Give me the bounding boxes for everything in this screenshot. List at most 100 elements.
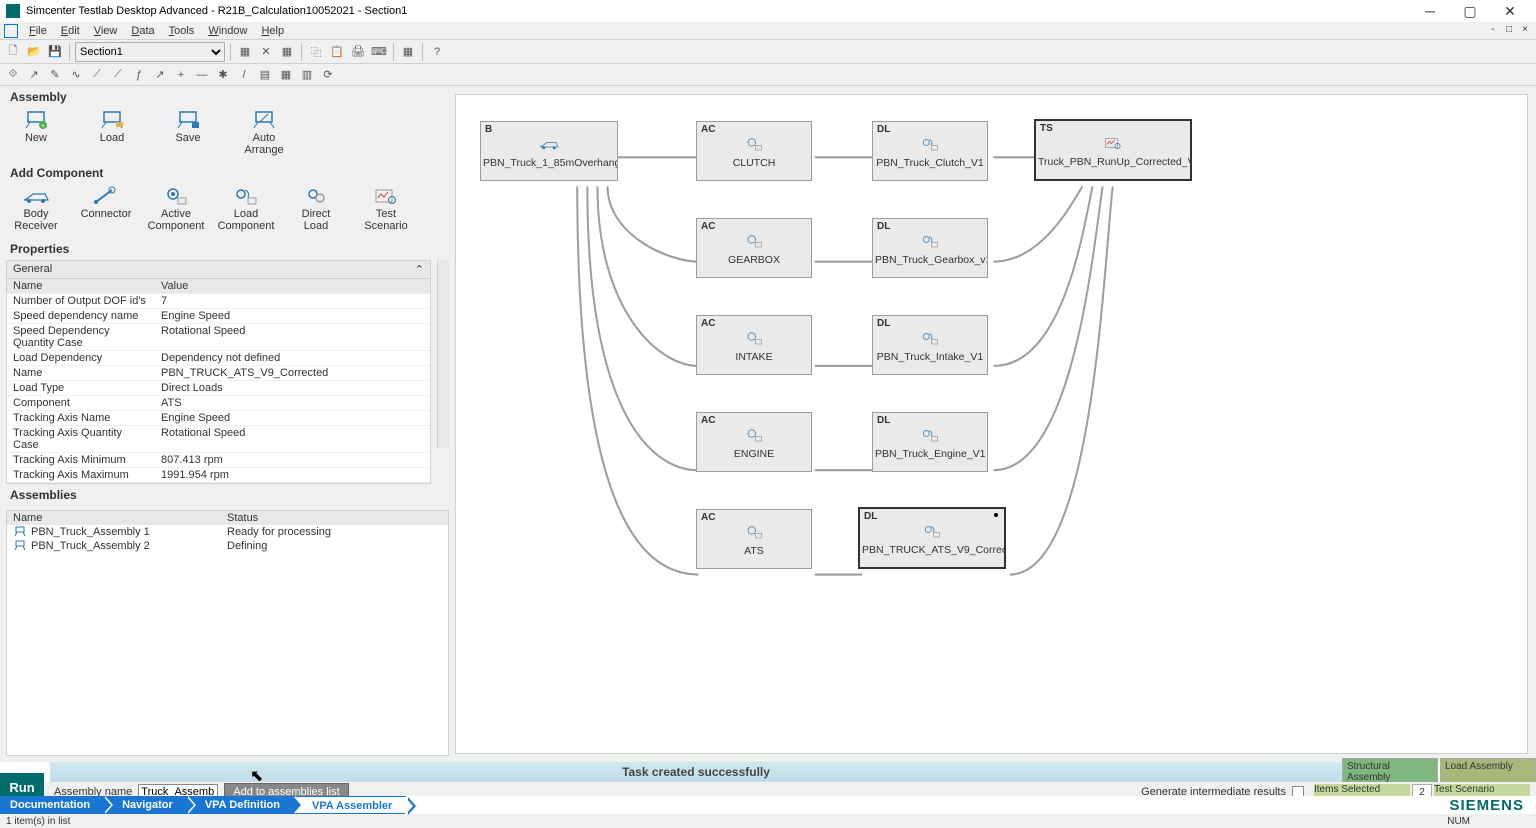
t2-icon-1[interactable]: ⟐ <box>4 66 22 84</box>
t2-icon-16[interactable]: ⟳ <box>319 66 337 84</box>
open-file-icon[interactable]: 📂 <box>25 43 43 61</box>
property-row[interactable]: Speed Dependency Quantity CaseRotational… <box>7 324 430 351</box>
assembly-row[interactable]: PBN_Truck_Assembly 1Ready for processing <box>7 525 448 539</box>
minimize-button[interactable]: ─ <box>1410 0 1450 22</box>
menu-tools[interactable]: Tools <box>162 25 202 37</box>
save-file-icon[interactable]: 💾 <box>46 43 64 61</box>
t2-icon-2[interactable]: ↗ <box>25 66 43 84</box>
node-ac-clutch[interactable]: AC CLUTCH <box>696 121 812 181</box>
mdi-minimize[interactable]: - <box>1486 24 1500 38</box>
t2-icon-10[interactable]: — <box>193 66 211 84</box>
properties-general-group[interactable]: General ⌃ <box>7 261 430 279</box>
node-ts[interactable]: TS Truck_PBN_RunUp_Corrected_V9 <box>1034 119 1192 181</box>
prop-name: Tracking Axis Maximum <box>7 468 155 483</box>
property-row[interactable]: Tracking Axis Minimum807.413 rpm <box>7 453 430 468</box>
bc-navigator[interactable]: Navigator <box>104 796 187 814</box>
t2-icon-9[interactable]: + <box>172 66 190 84</box>
loadcomponent-button[interactable]: Load Component <box>218 186 274 232</box>
canvas[interactable]: B PBN_Truck_1_85mOverhang AC CLUTCH DL P… <box>455 94 1528 754</box>
save-button[interactable]: Save <box>160 110 216 156</box>
t2-icon-7[interactable]: ƒ <box>130 66 148 84</box>
t2-icon-14[interactable]: ▦ <box>277 66 295 84</box>
addcomponent-header: Add Component <box>0 162 455 184</box>
status-left: 1 item(s) in list <box>6 816 70 827</box>
menu-data[interactable]: Data <box>124 25 161 37</box>
prop-value: Rotational Speed <box>155 426 430 453</box>
t2-icon-12[interactable]: / <box>235 66 253 84</box>
t2-icon-3[interactable]: ✎ <box>46 66 64 84</box>
activecomponent-button[interactable]: Active Component <box>148 186 204 232</box>
property-row[interactable]: Load TypeDirect Loads <box>7 381 430 396</box>
properties-scrollbar[interactable] <box>437 260 449 448</box>
prop-value: 807.413 rpm <box>155 453 430 468</box>
property-row[interactable]: Load DependencyDependency not defined <box>7 351 430 366</box>
menu-help[interactable]: Help <box>254 25 291 37</box>
node-ac-intake[interactable]: AC INTAKE <box>696 315 812 375</box>
mdi-restore[interactable]: □ <box>1502 24 1516 38</box>
assembly-name: PBN_Truck_Assembly 1 <box>31 526 150 538</box>
print-icon[interactable]: 🖨 <box>349 43 367 61</box>
testscenario-button[interactable]: Test Scenario <box>358 186 414 232</box>
help-icon[interactable]: ? <box>428 43 446 61</box>
autoarrange-button[interactable]: Auto Arrange <box>236 110 292 156</box>
t2-icon-4[interactable]: ∿ <box>67 66 85 84</box>
property-row[interactable]: Tracking Axis Quantity CaseRotational Sp… <box>7 426 430 453</box>
property-row[interactable]: ComponentATS <box>7 396 430 411</box>
menu-view[interactable]: View <box>87 25 125 37</box>
copy-icon[interactable]: ⿻ <box>307 43 325 61</box>
maximize-button[interactable]: ▢ <box>1450 0 1490 22</box>
bodyreceiver-button[interactable]: Body Receiver <box>8 186 64 232</box>
connector-button[interactable]: Connector <box>78 186 134 232</box>
t2-icon-5[interactable]: ⟋ <box>88 66 106 84</box>
load-button[interactable]: Load <box>84 110 140 156</box>
node-dl-intake[interactable]: DL PBN_Truck_Intake_V1 <box>872 315 988 375</box>
tool-icon-1[interactable]: ▦ <box>236 43 254 61</box>
bc-vpa-definition[interactable]: VPA Definition <box>187 796 294 814</box>
node-dl-engine[interactable]: DL PBN_Truck_Engine_V1 <box>872 412 988 472</box>
status-row-1: Task created successfully Structural Ass… <box>0 762 1536 782</box>
property-row[interactable]: Speed dependency nameEngine Speed <box>7 309 430 324</box>
t2-icon-8[interactable]: ↗ <box>151 66 169 84</box>
tool-icon-3[interactable]: ⌨ <box>370 43 388 61</box>
new-file-icon[interactable]: 🗋 <box>4 43 22 61</box>
delete-icon[interactable]: ✕ <box>257 43 275 61</box>
close-button[interactable]: ✕ <box>1490 0 1530 22</box>
node-ac-gearbox[interactable]: AC GEARBOX <box>696 218 812 278</box>
menu-file[interactable]: File <box>22 25 54 37</box>
menu-edit[interactable]: Edit <box>54 25 87 37</box>
directload-button[interactable]: Direct Load <box>288 186 344 232</box>
node-dl-ats[interactable]: DL PBN_TRUCK_ATS_V9_Corrected <box>858 507 1006 569</box>
prop-value: ATS <box>155 396 430 411</box>
property-row[interactable]: Tracking Axis NameEngine Speed <box>7 411 430 426</box>
properties-header: Properties <box>0 238 455 260</box>
bc-vpa-assembler[interactable]: VPA Assembler <box>294 796 406 814</box>
t2-icon-11[interactable]: ✱ <box>214 66 232 84</box>
bc-documentation[interactable]: Documentation <box>0 796 104 814</box>
node-body[interactable]: B PBN_Truck_1_85mOverhang <box>480 121 618 181</box>
car-icon <box>481 136 617 155</box>
arrange-icon <box>248 110 280 130</box>
edges <box>456 95 1527 753</box>
t2-icon-6[interactable]: ⟋ <box>109 66 127 84</box>
mdi-close[interactable]: × <box>1518 24 1532 38</box>
paste-icon[interactable]: 📋 <box>328 43 346 61</box>
tool-icon-2[interactable]: ▦ <box>278 43 296 61</box>
section-combo[interactable]: Section1 <box>75 42 225 62</box>
task-message: Task created successfully <box>50 762 1342 782</box>
node-ac-engine[interactable]: AC ENGINE <box>696 412 812 472</box>
menu-window[interactable]: Window <box>201 25 254 37</box>
loadcomp-icon <box>873 136 987 155</box>
tool-icon-4[interactable]: ▦ <box>399 43 417 61</box>
property-row[interactable]: NamePBN_TRUCK_ATS_V9_Corrected <box>7 366 430 381</box>
assembly-row[interactable]: PBN_Truck_Assembly 2Defining <box>7 539 448 553</box>
node-dl-clutch[interactable]: DL PBN_Truck_Clutch_V1 <box>872 121 988 181</box>
new-button[interactable]: + New <box>8 110 64 156</box>
loadcomp-icon <box>873 427 987 446</box>
t2-icon-15[interactable]: ▥ <box>298 66 316 84</box>
titlebar: Simcenter Testlab Desktop Advanced - R21… <box>0 0 1536 22</box>
property-row[interactable]: Number of Output DOF id's7 <box>7 294 430 309</box>
node-ac-ats[interactable]: AC ATS <box>696 509 812 569</box>
t2-icon-13[interactable]: ▤ <box>256 66 274 84</box>
node-dl-gearbox[interactable]: DL PBN_Truck_Gearbox_v1 <box>872 218 988 278</box>
property-row[interactable]: Tracking Axis Maximum1991.954 rpm <box>7 468 430 483</box>
